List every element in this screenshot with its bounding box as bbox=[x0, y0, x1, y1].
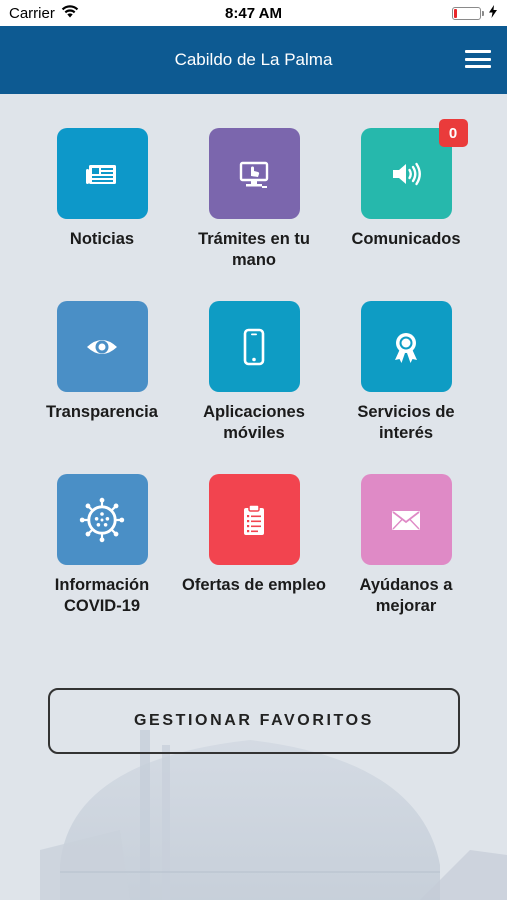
battery-icon bbox=[452, 6, 484, 20]
tile-icon-box bbox=[208, 474, 300, 565]
status-bar: Carrier 8:47 AM bbox=[0, 0, 507, 26]
tile-noticias[interactable]: Noticias bbox=[26, 128, 178, 280]
eye-icon bbox=[87, 339, 117, 354]
smartphone-icon bbox=[243, 328, 265, 365]
tile-tramites[interactable]: Trámites en tu mano bbox=[178, 128, 330, 280]
carrier-label: Carrier bbox=[9, 4, 55, 22]
tile-label: Información COVID-19 bbox=[54, 576, 150, 615]
tile-label: Servicios de interés bbox=[357, 403, 455, 442]
tile-servicios[interactable]: Servicios de interés bbox=[330, 301, 482, 453]
tile-icon-box bbox=[56, 301, 148, 392]
tile-ayudanos[interactable]: Ayúdanos a mejorar bbox=[330, 474, 482, 626]
tile-label: Ofertas de empleo bbox=[182, 576, 326, 594]
app-title: Cabildo de La Palma bbox=[174, 50, 333, 69]
envelope-icon bbox=[392, 510, 420, 530]
tile-icon-box bbox=[56, 128, 148, 219]
wifi-icon bbox=[61, 4, 79, 22]
tile-label: Ayúdanos a mejorar bbox=[359, 576, 453, 615]
app-header: Cabildo de La Palma bbox=[0, 26, 507, 94]
tile-icon-box bbox=[208, 128, 300, 219]
hamburger-menu-icon[interactable] bbox=[465, 48, 491, 70]
tile-comunicados[interactable]: 0 Comunicados bbox=[330, 119, 482, 280]
charging-bolt-icon bbox=[489, 4, 497, 22]
tile-label: Trámites en tu mano bbox=[198, 230, 310, 269]
speaker-icon bbox=[393, 162, 421, 185]
tile-icon-box bbox=[360, 301, 452, 392]
tile-icon-box bbox=[360, 474, 452, 565]
clipboard-icon bbox=[244, 503, 264, 535]
tile-aplicaciones[interactable]: Aplicaciones móviles bbox=[178, 301, 330, 453]
newspaper-icon bbox=[86, 164, 116, 184]
virus-icon bbox=[79, 497, 125, 542]
award-ribbon-icon bbox=[395, 332, 417, 363]
tile-icon-box bbox=[56, 474, 148, 565]
tile-covid[interactable]: Información COVID-19 bbox=[26, 474, 178, 626]
battery-level bbox=[454, 8, 457, 18]
tile-empleo[interactable]: Ofertas de empleo bbox=[178, 474, 330, 626]
computer-hand-icon bbox=[239, 161, 269, 188]
status-left: Carrier bbox=[9, 5, 79, 22]
tile-label: Comunicados bbox=[351, 230, 461, 248]
tile-label: Transparencia bbox=[46, 403, 158, 421]
tile-label: Aplicaciones móviles bbox=[203, 403, 305, 442]
status-right bbox=[452, 4, 497, 22]
tile-transparencia[interactable]: Transparencia bbox=[26, 301, 178, 453]
tile-icon-box bbox=[208, 301, 300, 392]
manage-favorites-button[interactable]: GESTIONAR FAVORITOS bbox=[48, 688, 460, 754]
tile-icon-box: 0 bbox=[360, 119, 468, 219]
notification-badge: 0 bbox=[438, 119, 468, 147]
menu-grid: Noticias Trámites en tu mano 0 Comunicad… bbox=[26, 119, 482, 626]
tile-label: Noticias bbox=[69, 230, 135, 248]
